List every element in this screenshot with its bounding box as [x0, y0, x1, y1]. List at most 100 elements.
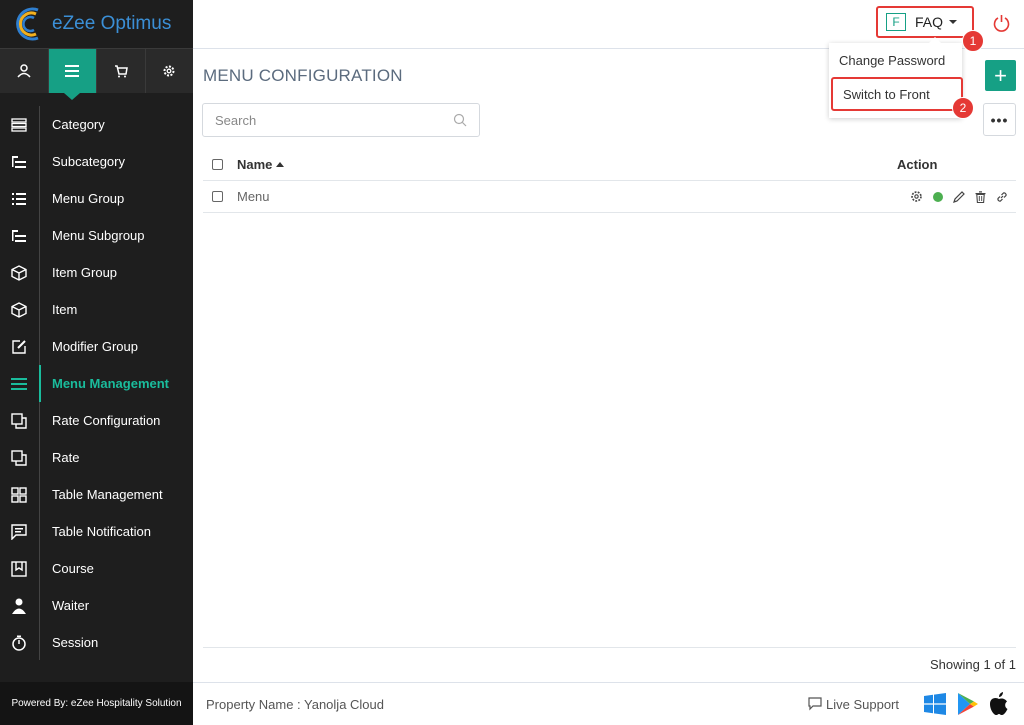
page-title: MENU CONFIGURATION [203, 66, 403, 85]
subcategory-icon [0, 155, 38, 169]
list-icon [65, 65, 80, 77]
more-options-button[interactable]: ••• [983, 103, 1016, 136]
sidebar-item-label: Session [52, 635, 99, 650]
sidebar-item-label: Menu Subgroup [52, 228, 145, 243]
sidebar-item-item[interactable]: Item [0, 291, 193, 328]
pagination-info: Showing 1 of 1 [929, 657, 1016, 672]
sidebar-item-label: Table Notification [52, 524, 151, 539]
settings-icon[interactable] [910, 190, 923, 203]
sidebar-item-label: Item [52, 302, 78, 317]
sidebar-menu: Category Subcategory Menu Group Menu Sub… [0, 106, 193, 661]
sidebar-item-label: Subcategory [52, 154, 125, 169]
user-dropdown: Change Password Switch to Front [829, 37, 963, 118]
faq-label: FAQ [915, 14, 944, 30]
sidebar-item-label: Menu Management [52, 376, 170, 391]
category-icon [0, 117, 38, 132]
trash-icon[interactable] [975, 190, 986, 203]
logo-icon [16, 7, 39, 41]
power-icon [993, 15, 1010, 32]
caret-down-icon [949, 20, 958, 24]
google-play-link[interactable] [957, 692, 979, 716]
bookmark-icon [0, 560, 38, 577]
menu-group-icon [0, 192, 38, 206]
sidebar-item-modifier-group[interactable]: Modifier Group [0, 328, 193, 365]
topnav-user[interactable] [0, 49, 49, 93]
table-header: Name Action [203, 149, 1016, 181]
windows-store-link[interactable] [924, 693, 946, 715]
column-action-header: Action [897, 157, 938, 172]
search-input[interactable] [215, 112, 453, 128]
status-active-icon[interactable] [933, 191, 943, 202]
windows-icon [924, 693, 946, 715]
column-name-label: Name [237, 157, 273, 172]
link-icon[interactable] [996, 191, 1008, 203]
sort-asc-icon [276, 162, 285, 167]
topnav-settings[interactable] [146, 49, 194, 93]
message-icon [0, 523, 38, 540]
sidebar-item-item-group[interactable]: Item Group [0, 254, 193, 291]
google-play-icon [958, 693, 978, 715]
sidebar: eZee Optimus Category Subcategory Menu G… [0, 0, 193, 725]
timer-icon [0, 635, 38, 651]
sidebar-item-rate[interactable]: Rate [0, 439, 193, 476]
property-name: Property Name : Yanolja Cloud [206, 696, 385, 712]
sidebar-item-rate-configuration[interactable]: Rate Configuration [0, 402, 193, 439]
logout-button[interactable] [993, 14, 1010, 35]
select-all-checkbox[interactable] [212, 159, 223, 170]
cart-icon [114, 65, 128, 78]
row-name: Menu [237, 189, 270, 204]
sidebar-item-category[interactable]: Category [0, 106, 193, 143]
copy-icon [0, 412, 38, 429]
step-badge-1: 1 [962, 30, 984, 52]
sidebar-item-label: Table Management [52, 487, 163, 502]
row-checkbox[interactable] [212, 191, 223, 202]
user-icon [17, 64, 31, 78]
hamburger-icon [0, 377, 38, 391]
sidebar-item-table-notification[interactable]: Table Notification [0, 513, 193, 550]
table-footer-divider [203, 647, 1016, 648]
box-icon [0, 264, 38, 281]
change-password-item[interactable]: Change Password [829, 43, 962, 77]
sidebar-item-label: Modifier Group [52, 339, 138, 354]
faq-avatar: F [886, 13, 906, 31]
sidebar-item-menu-group[interactable]: Menu Group [0, 180, 193, 217]
sidebar-item-waiter[interactable]: Waiter [0, 587, 193, 624]
sidebar-item-subcategory[interactable]: Subcategory [0, 143, 193, 180]
sidebar-item-session[interactable]: Session [0, 624, 193, 661]
column-name-header[interactable]: Name [237, 157, 285, 172]
sidebar-item-table-management[interactable]: Table Management [0, 476, 193, 513]
sidebar-item-menu-subgroup[interactable]: Menu Subgroup [0, 217, 193, 254]
add-button[interactable]: + [985, 60, 1016, 91]
sidebar-item-label: Rate [52, 450, 80, 465]
top-header: F FAQ [193, 0, 1024, 49]
sidebar-item-course[interactable]: Course [0, 550, 193, 587]
sidebar-item-label: Menu Group [52, 191, 125, 206]
apple-icon [990, 692, 1008, 715]
sidebar-item-label: Waiter [52, 598, 90, 613]
topnav-cart[interactable] [97, 49, 146, 93]
top-nav [0, 48, 194, 100]
copy-icon [0, 449, 38, 466]
sidebar-item-label: Course [52, 561, 94, 576]
sidebar-item-label: Rate Configuration [52, 413, 161, 428]
app-logo[interactable]: eZee Optimus [0, 0, 193, 48]
app-name: eZee Optimus [52, 13, 172, 34]
search-box [202, 103, 480, 137]
pencil-icon[interactable] [953, 190, 965, 203]
faq-menu-button[interactable]: F FAQ [876, 6, 974, 38]
box-icon [0, 301, 38, 318]
edit-icon [0, 339, 38, 355]
step-badge-2: 2 [952, 97, 974, 119]
menu-subgroup-icon [0, 229, 38, 243]
person-icon [0, 598, 38, 614]
sidebar-item-menu-management[interactable]: Menu Management [0, 365, 193, 402]
live-support-link[interactable]: Live Support [808, 697, 899, 712]
sidebar-item-label: Item Group [52, 265, 118, 280]
topnav-menu[interactable] [48, 49, 97, 100]
chat-icon [808, 697, 822, 711]
app-store-link[interactable] [989, 692, 1009, 716]
search-icon[interactable] [453, 113, 467, 127]
switch-to-front-item[interactable]: Switch to Front [831, 77, 963, 111]
grid-icon [0, 486, 38, 503]
row-actions [910, 190, 1008, 203]
